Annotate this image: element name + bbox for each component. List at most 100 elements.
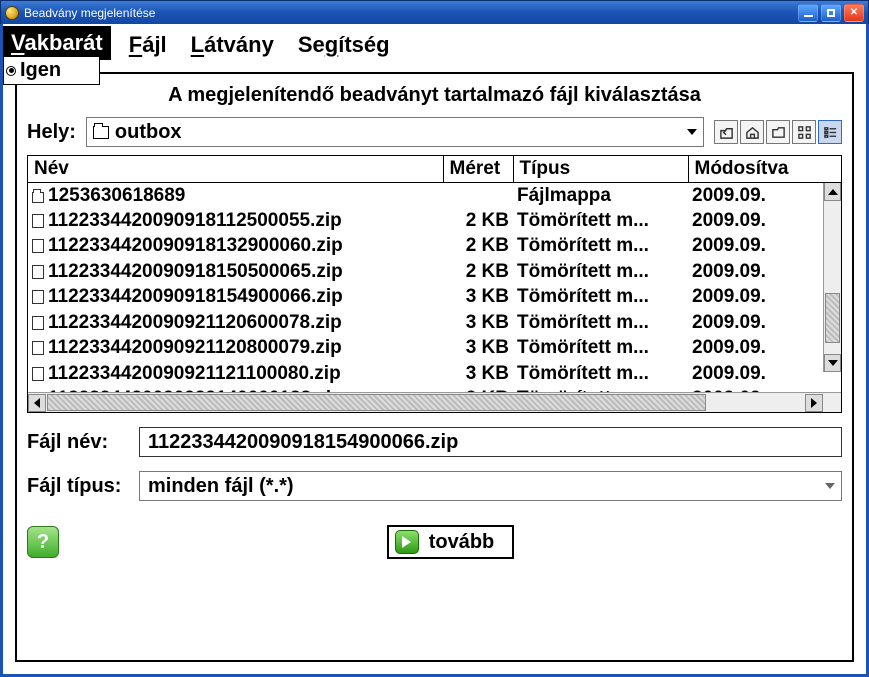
table-row[interactable]: 1122334420090921120600078.zip 3 KBTömörít… (28, 310, 841, 336)
scroll-down-button[interactable] (824, 354, 841, 372)
filetype-select[interactable]: minden fájl (*.*) (139, 471, 842, 501)
filename-input[interactable] (139, 427, 842, 457)
table-row[interactable]: 1253630618689 Fájlmappa2009.09. (28, 183, 841, 209)
chevron-down-icon (687, 129, 697, 135)
file-type: Fájlmappa (513, 183, 688, 209)
file-icon (32, 341, 44, 355)
maximize-button[interactable] (821, 4, 841, 22)
file-name: 1122334420090918132900060.zip (48, 235, 343, 256)
file-size: 2 KB (443, 208, 513, 234)
file-type: Tömörített m... (513, 259, 688, 285)
new-folder-button[interactable] (766, 120, 790, 144)
horizontal-scrollbar[interactable] (28, 392, 841, 412)
file-date: 2009.09. (688, 336, 841, 362)
file-icon (32, 367, 44, 381)
menu-fajl[interactable]: Fájl (123, 30, 173, 60)
home-button[interactable] (740, 120, 764, 144)
filetype-row: Fájl típus: minden fájl (*.*) (27, 471, 842, 501)
file-size: 2 KB (443, 259, 513, 285)
file-icon (32, 265, 44, 279)
file-date: 2009.09. (688, 183, 841, 209)
file-size: 3 KB (443, 361, 513, 387)
table-row[interactable]: 1122334420090921121100080.zip 3 KBTömörít… (28, 361, 841, 387)
file-name: 1122334420090921121100080.zip (48, 363, 341, 384)
next-label: tovább (429, 531, 495, 554)
location-select[interactable]: outbox (86, 117, 704, 147)
vertical-scrollbar[interactable] (823, 183, 841, 372)
file-size: 3 KB (443, 336, 513, 362)
menu-vakbarat[interactable]: Vakbarát (3, 26, 111, 60)
menu-bar: Vakbarát Fájl Látvány Segítség Igen (3, 24, 866, 60)
file-date: 2009.09. (688, 361, 841, 387)
icon-view-button[interactable] (792, 120, 816, 144)
file-size (443, 183, 513, 209)
hscroll-thumb[interactable] (47, 394, 706, 411)
menu-segitseg[interactable]: Segítség (292, 30, 396, 60)
file-icon (32, 214, 44, 228)
location-value: outbox (115, 121, 182, 144)
location-label: Hely: (27, 121, 76, 144)
file-date: 2009.09. (688, 208, 841, 234)
filetype-label: Fájl típus: (27, 475, 125, 498)
filetype-value: minden fájl (*.*) (148, 475, 294, 498)
list-view-button[interactable] (818, 120, 842, 144)
file-size: 2 KB (443, 234, 513, 260)
up-folder-button[interactable] (714, 120, 738, 144)
window-body: Vakbarát Fájl Látvány Segítség Igen A me… (0, 24, 869, 677)
arrow-right-icon (395, 530, 419, 554)
col-size[interactable]: Méret (443, 156, 513, 183)
col-name[interactable]: Név (28, 156, 443, 183)
menu-latvany[interactable]: Látvány (185, 30, 280, 60)
file-icon (32, 316, 44, 330)
view-toolbar (714, 120, 842, 144)
file-size: 3 KB (443, 285, 513, 311)
location-row: Hely: outbox (27, 117, 842, 147)
table-row[interactable]: 1122334420090918112500055.zip 2 KBTömörít… (28, 208, 841, 234)
filename-row: Fájl név: (27, 427, 842, 457)
chevron-down-icon (825, 483, 835, 489)
folder-icon (93, 126, 109, 139)
file-date: 2009.09. (688, 310, 841, 336)
scroll-right-button[interactable] (805, 394, 823, 412)
table-row[interactable]: 1122334420090918150500065.zip 2 KBTömörít… (28, 259, 841, 285)
file-name: 1122334420090921120800079.zip (48, 337, 342, 358)
scroll-left-button[interactable] (28, 394, 46, 412)
main-panel: A megjelenítendő beadványt tartalmazó fá… (15, 72, 854, 662)
title-bar: Beadvány megjelenítése (0, 0, 869, 24)
window-title: Beadvány megjelenítése (24, 6, 155, 20)
vakbarat-dropdown: Igen (3, 56, 100, 85)
col-type[interactable]: Típus (513, 156, 688, 183)
next-button[interactable]: tovább (387, 525, 515, 559)
close-button[interactable] (844, 4, 864, 22)
file-name: 1122334420090918154900066.zip (48, 286, 343, 307)
scroll-up-button[interactable] (824, 183, 841, 201)
file-icon (32, 290, 44, 304)
file-type: Tömörített m... (513, 336, 688, 362)
file-type: Tömörített m... (513, 208, 688, 234)
app-icon (5, 6, 19, 20)
col-modified[interactable]: Módosítva (688, 156, 841, 183)
file-date: 2009.09. (688, 234, 841, 260)
table-header-row: Név Méret Típus Módosítva (28, 156, 841, 183)
file-type: Tömörített m... (513, 285, 688, 311)
file-name: 1122334420090921120600078.zip (48, 312, 342, 333)
file-type: Tömörített m... (513, 361, 688, 387)
help-button[interactable]: ? (27, 526, 59, 558)
dropdown-item-igen[interactable]: Igen (6, 59, 61, 82)
bottom-row: ? tovább (27, 525, 842, 559)
scroll-thumb[interactable] (825, 293, 840, 343)
folder-icon (32, 192, 44, 203)
minimize-button[interactable] (798, 4, 818, 22)
panel-title: A megjelenítendő beadványt tartalmazó fá… (27, 84, 842, 107)
file-name: 1253630618689 (48, 185, 185, 206)
table-row[interactable]: 1122334420090921120800079.zip 3 KBTömörít… (28, 336, 841, 362)
file-icon (32, 239, 44, 253)
file-name: 1122334420090918150500065.zip (48, 261, 343, 282)
table-row[interactable]: 1122334420090918132900060.zip2 KBTömörít… (28, 234, 841, 260)
file-name: 1122334420090918112500055.zip (48, 210, 342, 231)
file-size: 3 KB (443, 310, 513, 336)
dropdown-item-label: Igen (20, 59, 61, 82)
file-type: Tömörített m... (513, 310, 688, 336)
table-row[interactable]: 1122334420090918154900066.zip 3 KBTömörít… (28, 285, 841, 311)
filename-label: Fájl név: (27, 431, 125, 454)
